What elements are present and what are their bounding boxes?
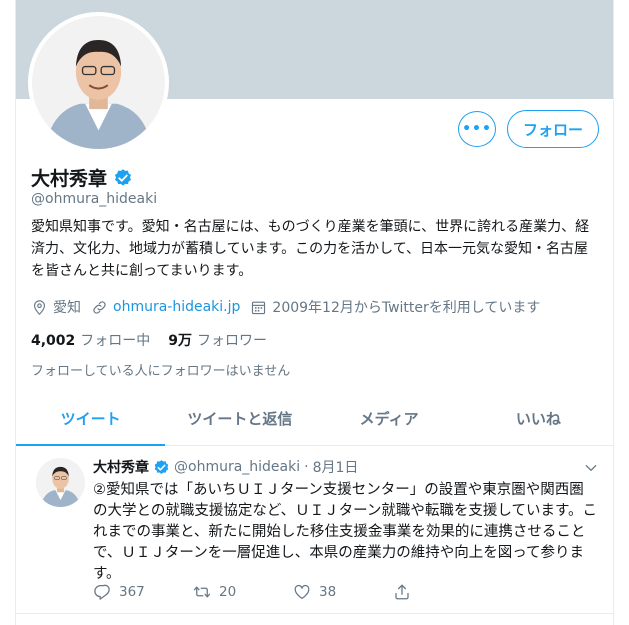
location-text: 愛知 bbox=[53, 300, 81, 316]
profile-name-row: 大村秀章 bbox=[31, 164, 133, 191]
profile-tabs: ツイート ツイートと返信 メディア いいね bbox=[16, 392, 613, 446]
location-pin-icon bbox=[33, 299, 46, 315]
calendar-icon bbox=[252, 301, 266, 314]
like-count: 38 bbox=[319, 584, 337, 600]
website-item[interactable]: ohmura-hideaki.jp bbox=[91, 299, 240, 316]
tab-likes[interactable]: いいね bbox=[464, 392, 613, 445]
tweet-author-handle[interactable]: @ohmura_hideaki bbox=[174, 459, 300, 475]
more-options-button[interactable]: ••• bbox=[458, 111, 496, 147]
tweet-separator: · bbox=[304, 459, 309, 475]
following-stat[interactable]: 4,002 フォロー中 bbox=[31, 330, 150, 350]
website-link[interactable]: ohmura-hideaki.jp bbox=[113, 299, 240, 315]
tab-tweets[interactable]: ツイート bbox=[16, 392, 166, 446]
profile-avatar[interactable] bbox=[28, 12, 169, 153]
profile-stats: 4,002 フォロー中 9万 フォロワー bbox=[31, 330, 285, 350]
profile-handle: @ohmura_hideaki bbox=[31, 191, 158, 207]
retweet-count: 20 bbox=[219, 584, 237, 600]
followers-label: フォロワー bbox=[197, 333, 268, 349]
chevron-down-icon[interactable] bbox=[583, 460, 599, 476]
joined-item: 2009年12月からTwitterを利用しています bbox=[250, 297, 540, 317]
following-count: 4,002 bbox=[31, 333, 76, 349]
profile-bio: 愛知県知事です。愛知・名古屋には、ものづくり産業を筆頭に、世界に誇れる産業力、経… bbox=[31, 219, 590, 279]
location-item: 愛知 bbox=[31, 297, 81, 317]
retweet-icon bbox=[193, 586, 211, 598]
mutuals-note: フォローしている人にフォロワーはいません bbox=[31, 364, 291, 379]
reply-action[interactable]: 367 bbox=[93, 583, 193, 601]
tab-tweets-and-replies[interactable]: ツイートと返信 bbox=[165, 392, 314, 445]
tweet-author-name[interactable]: 大村秀章 bbox=[93, 457, 149, 477]
tweet-header: 大村秀章 @ohmura_hideaki · 8月1日 bbox=[93, 457, 358, 477]
reply-icon bbox=[94, 584, 110, 600]
tab-media[interactable]: メディア bbox=[315, 392, 464, 445]
retweet-action[interactable]: 20 bbox=[193, 583, 293, 601]
link-icon bbox=[93, 300, 106, 314]
tweet-avatar-portrait bbox=[36, 458, 85, 507]
tweet-actions: 367 20 38 bbox=[93, 583, 493, 601]
tweet-avatar[interactable] bbox=[36, 458, 85, 507]
profile-page: ••• フォロー 大村秀章 @ohmura_hideaki 愛知県知事です。愛知… bbox=[15, 0, 614, 625]
followers-count: 9万 bbox=[168, 333, 193, 349]
joined-text: 2009年12月からTwitterを利用しています bbox=[272, 300, 541, 316]
tweet-text: ②愛知県では「あいちＵＩＪターン支援センター」の設置や東京圏や関西圏の大学との就… bbox=[93, 482, 598, 582]
follow-button[interactable]: フォロー bbox=[507, 110, 599, 148]
verified-badge-icon bbox=[115, 168, 132, 186]
avatar-portrait bbox=[32, 16, 165, 149]
profile-meta: 愛知 ohmura-hideaki.jp 2009年12月からTwitterを利… bbox=[31, 297, 550, 317]
reply-count: 367 bbox=[119, 584, 145, 600]
share-icon bbox=[395, 584, 409, 600]
verified-badge-icon bbox=[154, 459, 169, 474]
followers-stat[interactable]: 9万 フォロワー bbox=[168, 330, 267, 350]
tweet-date[interactable]: 8月1日 bbox=[313, 457, 359, 477]
share-action[interactable] bbox=[393, 583, 493, 601]
tweet-item[interactable]: 大村秀章 @ohmura_hideaki · 8月1日 ②愛知県では「あいちＵＩ… bbox=[16, 447, 613, 614]
profile-name: 大村秀章 bbox=[31, 168, 108, 190]
like-action[interactable]: 38 bbox=[293, 583, 393, 601]
following-label: フォロー中 bbox=[80, 333, 151, 349]
heart-icon bbox=[294, 584, 310, 600]
